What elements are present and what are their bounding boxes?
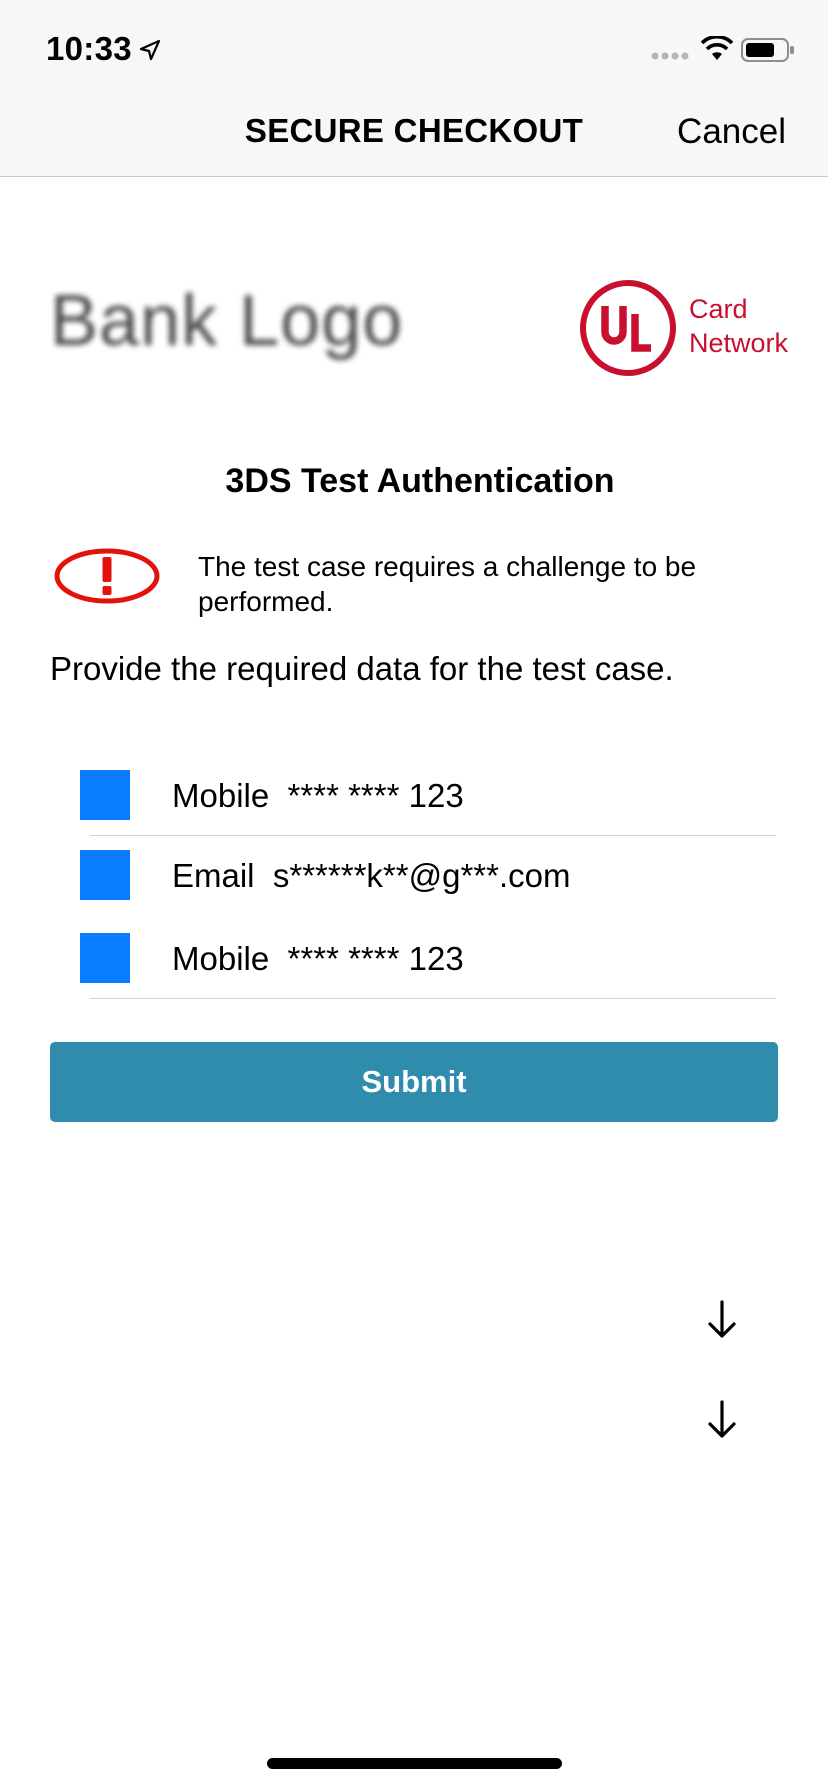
instruction-text: Provide the required data for the test c…: [50, 650, 674, 687]
option-checkbox[interactable]: [80, 850, 130, 900]
submit-button[interactable]: Submit: [50, 1042, 778, 1122]
cancel-button[interactable]: Cancel: [677, 112, 786, 152]
option-checkbox[interactable]: [80, 770, 130, 820]
top-bar: 10:33 SECURE CHECKOUT Cancel: [0, 0, 828, 177]
arrow-down-icon[interactable]: [707, 1400, 737, 1440]
warning-icon: [54, 548, 160, 604]
network-name-line2: Network: [689, 328, 789, 358]
wifi-icon: [700, 36, 734, 60]
option-checkbox[interactable]: [80, 933, 130, 983]
divider: [90, 835, 776, 836]
option-email[interactable]: Email s******k**@g***.com: [80, 850, 776, 906]
bank-logo: Bank Logo: [50, 281, 404, 361]
location-arrow-icon: [139, 39, 161, 61]
option-label: Email s******k**@g***.com: [172, 857, 571, 894]
divider: [90, 998, 776, 999]
option-mobile-2[interactable]: Mobile **** **** 123: [80, 933, 776, 989]
network-name-line1: Card: [689, 294, 748, 324]
arrow-down-icon[interactable]: [707, 1300, 737, 1340]
status-time: 10:33: [46, 30, 132, 67]
cellular-signal-icon: [651, 52, 689, 60]
challenge-title: 3DS Test Authentication: [225, 462, 615, 500]
battery-icon: [741, 38, 794, 62]
network-name: Card Network: [689, 292, 788, 360]
home-indicator[interactable]: [267, 1758, 562, 1769]
challenge-info-text: The test case requires a challenge to be…: [198, 551, 697, 617]
card-network-logo-icon: UL: [580, 280, 676, 376]
option-label: Mobile **** **** 123: [172, 777, 464, 814]
option-mobile-1[interactable]: Mobile **** **** 123: [80, 770, 776, 826]
option-label: Mobile **** **** 123: [172, 940, 464, 977]
